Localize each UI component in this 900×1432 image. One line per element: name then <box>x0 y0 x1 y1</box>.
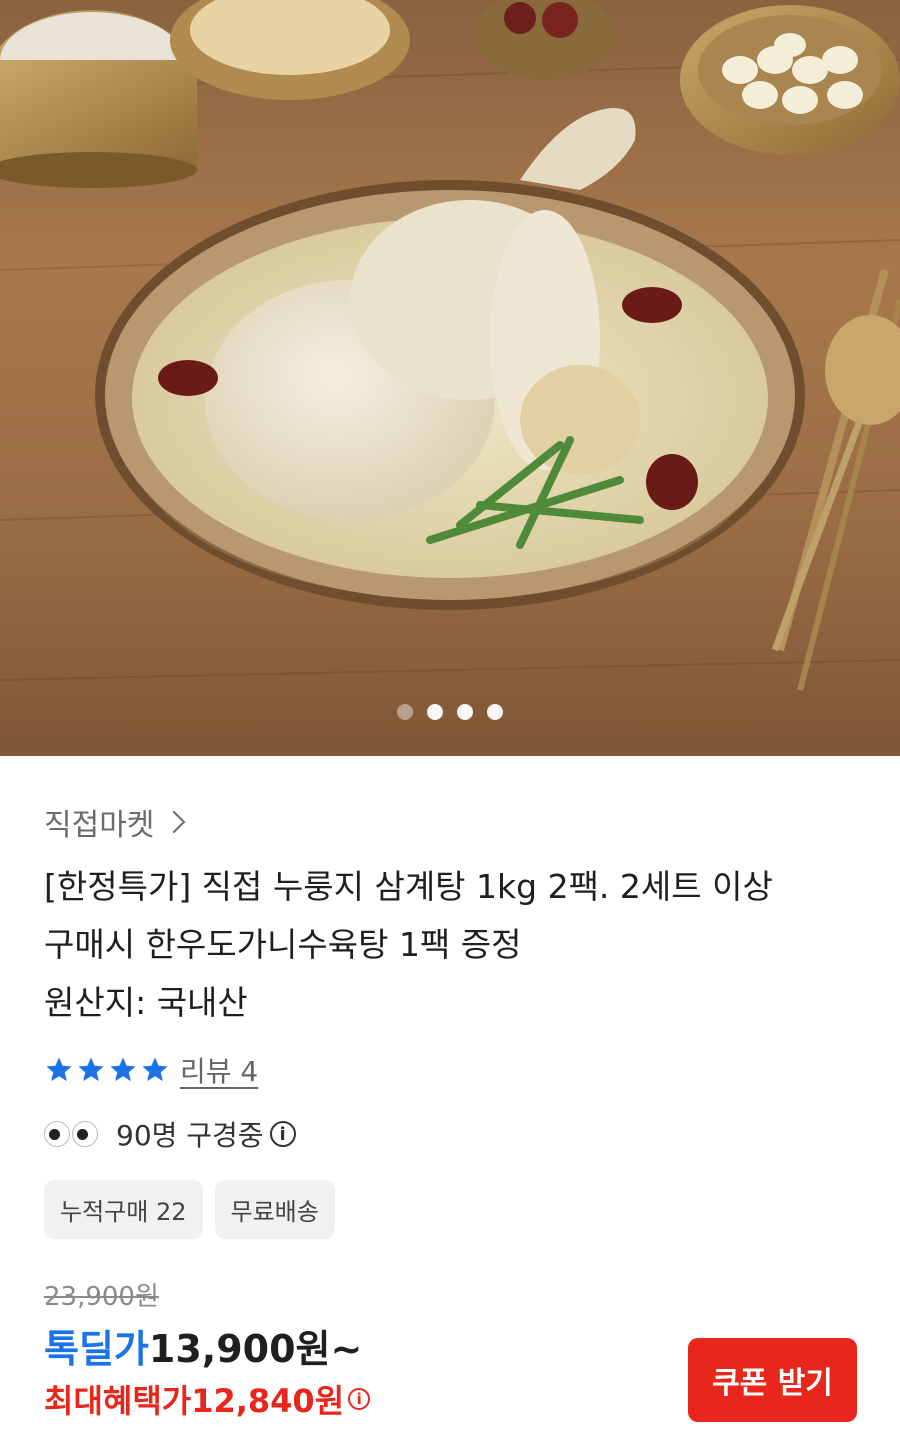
samgyetang-photo <box>0 0 900 691</box>
free-shipping-tag: 무료배송 <box>214 1180 335 1239</box>
carousel-dot[interactable] <box>427 704 443 720</box>
seller-link[interactable]: 직접마켓 <box>44 800 186 844</box>
star-icon <box>78 1057 104 1082</box>
deal-price-row: 톡딜가 13,900원~ <box>44 1318 362 1373</box>
original-price: 23,900원 <box>44 1282 159 1312</box>
max-benefit-price: 12,840원 <box>191 1382 345 1420</box>
seller-name: 직접마켓 <box>44 808 155 843</box>
carousel-dot[interactable] <box>397 704 413 720</box>
max-benefit-label: 최대혜택가 <box>44 1382 192 1420</box>
product-title-line: 구매시 한우도가니수육탕 1팩 증정 <box>44 925 522 964</box>
star-icon <box>46 1057 72 1082</box>
star-icon <box>142 1057 168 1082</box>
deal-price: 13,900원~ <box>148 1327 363 1371</box>
tag-list: 누적구매 22 무료배송 <box>44 1180 335 1239</box>
info-icon[interactable]: i <box>348 1388 371 1410</box>
carousel-indicator <box>0 704 900 720</box>
deal-label: 톡딜가 <box>44 1327 149 1371</box>
carousel-dot[interactable] <box>457 704 473 720</box>
product-title-line: [한정특가] 직접 누룽지 삼계탕 1kg 2팩. 2세트 이상 <box>44 867 773 906</box>
review-link[interactable]: 리뷰 4 <box>180 1050 258 1090</box>
purchase-count-tag: 누적구매 22 <box>44 1180 203 1239</box>
chevron-right-icon <box>163 810 186 834</box>
star-icon <box>110 1057 136 1082</box>
viewer-count: 90명 구경중 i <box>44 1114 296 1154</box>
carousel-dot[interactable] <box>487 704 503 720</box>
info-icon[interactable]: i <box>269 1121 296 1147</box>
product-image-carousel[interactable] <box>0 0 900 756</box>
viewer-count-text: 90명 구경중 <box>116 1119 264 1152</box>
product-origin: 원산지: 국내산 <box>44 983 248 1022</box>
max-benefit-row: 최대혜택가 12,840원 i <box>44 1376 371 1422</box>
rating-row: 리뷰 4 <box>44 1050 258 1090</box>
eyes-icon <box>44 1121 98 1147</box>
product-title: [한정특가] 직접 누룽지 삼계탕 1kg 2팩. 2세트 이상 구매시 한우도… <box>44 858 864 1032</box>
get-coupon-button[interactable]: 쿠폰 받기 <box>688 1338 857 1422</box>
